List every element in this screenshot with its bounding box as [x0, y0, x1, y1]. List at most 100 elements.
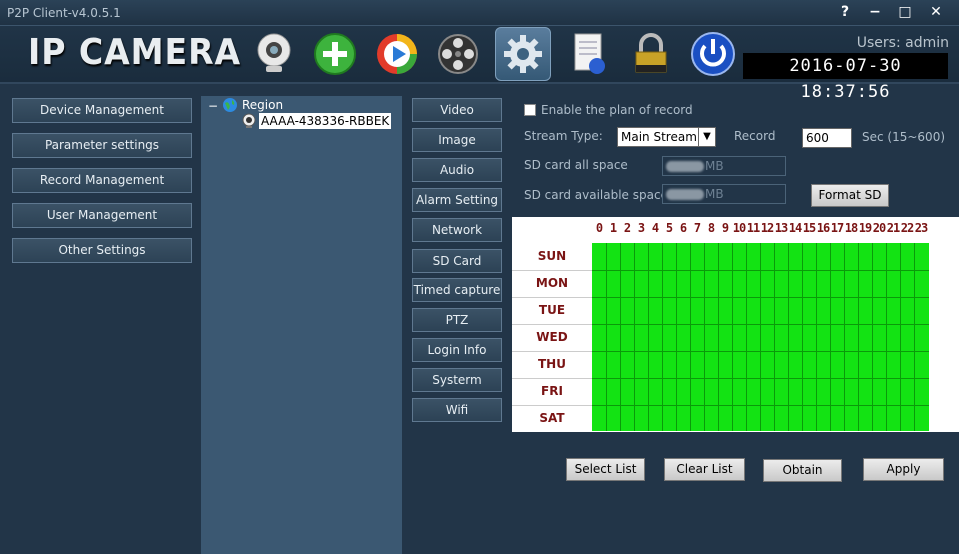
sd-available-space-field: MB	[662, 184, 786, 204]
select-list-button[interactable]: Select List	[566, 458, 645, 481]
hour-label-0[interactable]: 0	[592, 221, 606, 235]
title-bar: P2P Client-v4.0.5.1 ? − □ ✕	[0, 0, 959, 26]
hour-label-14[interactable]: 14	[788, 221, 802, 235]
power-icon[interactable]	[689, 30, 737, 78]
hour-label-17[interactable]: 17	[830, 221, 844, 235]
grid-column-line	[746, 243, 747, 431]
minimize-button[interactable]: −	[862, 2, 888, 22]
grid-column-line	[690, 243, 691, 431]
day-label-tue[interactable]: TUE	[512, 303, 592, 317]
tree-region[interactable]: Region	[242, 98, 283, 112]
stream-type-value: Main Stream	[621, 130, 697, 144]
day-label-thu[interactable]: THU	[512, 357, 592, 371]
stream-type-select[interactable]: Main Stream ▼	[617, 127, 716, 147]
collapse-toggle[interactable]: −	[208, 99, 218, 113]
grid-column-line	[830, 243, 831, 431]
hour-label-8[interactable]: 8	[704, 221, 718, 235]
day-separator	[512, 351, 592, 352]
grid-column-line	[914, 243, 915, 431]
hour-label-13[interactable]: 13	[774, 221, 788, 235]
tab-audio[interactable]: Audio	[412, 158, 502, 182]
tab-timed-capture[interactable]: Timed capture	[412, 278, 502, 302]
hour-label-10[interactable]: 10	[732, 221, 746, 235]
grid-column-line	[620, 243, 621, 431]
hour-label-7[interactable]: 7	[690, 221, 704, 235]
nav-other-settings[interactable]: Other Settings	[12, 238, 192, 263]
tab-video[interactable]: Video	[412, 98, 502, 122]
tab-wifi[interactable]: Wifi	[412, 398, 502, 422]
grid-row-line	[592, 270, 929, 271]
tab-login-info[interactable]: Login Info	[412, 338, 502, 362]
tree-device-item[interactable]: AAAA-438336-RBBEK	[259, 113, 392, 129]
grid-column-line	[606, 243, 607, 431]
grid-row-line	[592, 297, 929, 298]
grid-column-line	[774, 243, 775, 431]
hour-label-16[interactable]: 16	[816, 221, 830, 235]
schedule-grid[interactable]	[592, 243, 929, 431]
playback-icon[interactable]	[373, 30, 421, 78]
add-icon[interactable]	[311, 30, 359, 78]
record-schedule[interactable]: 0 1 2 3 4 5 6 7 8 9 10 11 12 13 14 15 16 17 18 19 20 21 22 23 S…	[512, 217, 959, 432]
day-label-fri[interactable]: FRI	[512, 384, 592, 398]
hour-label-5[interactable]: 5	[662, 221, 676, 235]
camera-icon[interactable]	[250, 30, 298, 78]
nav-device-management[interactable]: Device Management	[12, 98, 192, 123]
hour-label-3[interactable]: 3	[634, 221, 648, 235]
grid-column-line	[760, 243, 761, 431]
record-label: Record	[734, 129, 776, 143]
lock-icon[interactable]	[627, 30, 675, 78]
hour-label-4[interactable]: 4	[648, 221, 662, 235]
grid-column-line	[900, 243, 901, 431]
hour-label-20[interactable]: 20	[872, 221, 886, 235]
hour-label-12[interactable]: 12	[760, 221, 774, 235]
hour-label-22[interactable]: 22	[900, 221, 914, 235]
tab-systerm[interactable]: Systerm	[412, 368, 502, 392]
sd-all-space-label: SD card all space	[524, 158, 628, 172]
hour-label-11[interactable]: 11	[746, 221, 760, 235]
hour-label-2[interactable]: 2	[620, 221, 634, 235]
current-user: Users: admin	[856, 35, 949, 51]
tab-image[interactable]: Image	[412, 128, 502, 152]
grid-column-line	[788, 243, 789, 431]
enable-record-label: Enable the plan of record	[541, 103, 693, 117]
hour-label-18[interactable]: 18	[844, 221, 858, 235]
tab-alarm-setting[interactable]: Alarm Setting	[412, 188, 502, 212]
help-button[interactable]: ?	[832, 2, 858, 22]
maximize-button[interactable]: □	[892, 2, 918, 22]
grid-column-line	[816, 243, 817, 431]
hour-label-1[interactable]: 1	[606, 221, 620, 235]
hour-label-9[interactable]: 9	[718, 221, 732, 235]
reel-icon[interactable]	[434, 30, 482, 78]
day-label-sat[interactable]: SAT	[512, 411, 592, 425]
tab-network[interactable]: Network	[412, 218, 502, 242]
day-label-wed[interactable]: WED	[512, 330, 592, 344]
clock-display: 2016-07-30 18:37:56	[743, 53, 948, 102]
obtain-button[interactable]: Obtain	[763, 459, 842, 482]
tab-ptz[interactable]: PTZ	[412, 308, 502, 332]
header-bar: IP CAMERA Users: admin 2016-07-30 18:37:…	[0, 26, 959, 102]
nav-parameter-settings[interactable]: Parameter settings	[12, 133, 192, 158]
app-logo: IP CAMERA	[28, 32, 242, 73]
clear-list-button[interactable]: Clear List	[664, 458, 745, 481]
log-icon[interactable]	[565, 30, 613, 78]
sd-available-space-label: SD card available space	[524, 188, 668, 202]
settings-icon[interactable]	[495, 27, 551, 81]
grid-column-line	[872, 243, 873, 431]
day-label-mon[interactable]: MON	[512, 276, 592, 290]
close-button[interactable]: ✕	[923, 2, 949, 22]
app-window: P2P Client-v4.0.5.1 ? − □ ✕ IP CAMERA Us…	[0, 0, 959, 554]
apply-button[interactable]: Apply	[863, 458, 944, 481]
hour-label-6[interactable]: 6	[676, 221, 690, 235]
enable-record-checkbox[interactable]	[524, 104, 536, 116]
hour-label-19[interactable]: 19	[858, 221, 872, 235]
tab-sd-card[interactable]: SD Card	[412, 249, 502, 273]
record-duration-input[interactable]: 600	[802, 128, 852, 148]
nav-user-management[interactable]: User Management	[12, 203, 192, 228]
hour-label-23[interactable]: 23	[914, 221, 928, 235]
grid-column-line	[662, 243, 663, 431]
format-sd-button[interactable]: Format SD	[811, 184, 889, 207]
hour-label-15[interactable]: 15	[802, 221, 816, 235]
day-label-sun[interactable]: SUN	[512, 249, 592, 263]
hour-label-21[interactable]: 21	[886, 221, 900, 235]
nav-record-management[interactable]: Record Management	[12, 168, 192, 193]
